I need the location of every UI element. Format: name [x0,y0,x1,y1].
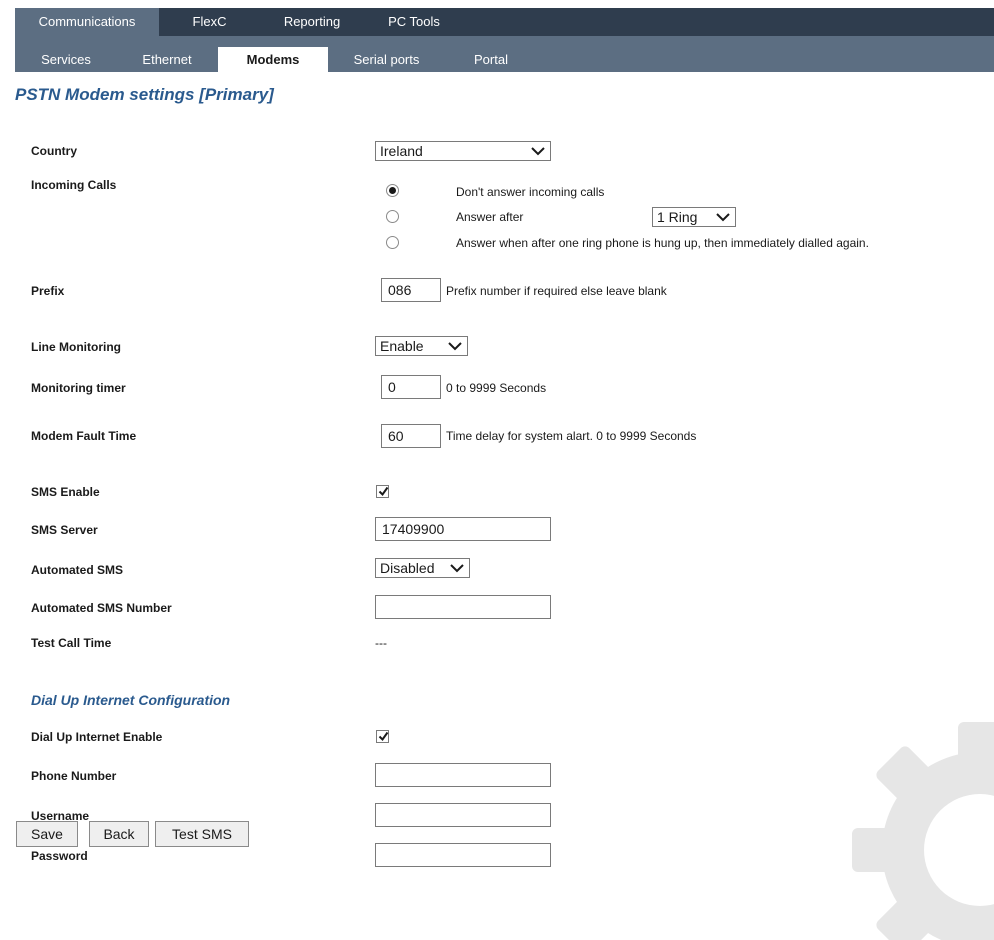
country-select[interactable]: Ireland [375,141,551,161]
automated-sms-select[interactable]: Disabled [375,558,470,578]
checkmark-icon [378,486,389,497]
dialup-enable-label: Dial Up Internet Enable [31,730,163,744]
sub-nav: Services Ethernet Modems Serial ports Po… [15,36,994,72]
tab-communications[interactable]: Communications [15,8,159,36]
modem-fault-time-input[interactable] [381,424,441,448]
automated-sms-value: Disabled [380,560,435,576]
subtab-serial-ports[interactable]: Serial ports [334,47,439,72]
test-call-time-value: --- [375,636,387,650]
phone-number-label: Phone Number [31,769,117,783]
monitoring-timer-input[interactable] [381,375,441,399]
radio-dont-answer[interactable] [386,184,399,197]
tab-flexc[interactable]: FlexC [159,8,260,36]
automated-sms-number-input[interactable] [375,595,551,619]
sms-server-input[interactable] [375,517,551,541]
country-value: Ireland [380,143,423,159]
chevron-down-icon [531,147,545,156]
sms-enable-checkbox[interactable] [376,485,389,498]
checkmark-icon [378,731,389,742]
username-input[interactable] [375,803,551,827]
subtab-portal[interactable]: Portal [445,47,537,72]
prefix-label: Prefix [31,284,65,298]
sms-enable-label: SMS Enable [31,485,100,499]
radio-answer-after[interactable] [386,210,399,223]
radio-answer-after-label: Answer after [456,210,524,224]
incoming-calls-label: Incoming Calls [31,178,117,192]
monitoring-timer-help: 0 to 9999 Seconds [446,381,547,395]
rings-value: 1 Ring [657,209,698,225]
prefix-help: Prefix number if required else leave bla… [446,284,667,298]
modem-fault-time-help: Time delay for system alart. 0 to 9999 S… [446,429,697,443]
page-title: PSTN Modem settings [Primary] [15,85,274,104]
line-monitoring-select[interactable]: Enable [375,336,468,356]
dialup-enable-checkbox[interactable] [376,730,389,743]
gear-icon [852,722,994,940]
prefix-input[interactable] [381,278,441,302]
subtab-ethernet[interactable]: Ethernet [117,47,217,72]
test-call-time-label: Test Call Time [31,636,112,650]
dialup-section-title: Dial Up Internet Configuration [31,692,231,708]
country-label: Country [31,144,77,158]
tab-pc-tools[interactable]: PC Tools [364,8,464,36]
modem-fault-time-label: Modem Fault Time [31,429,137,443]
subtab-services[interactable]: Services [15,47,117,72]
chevron-down-icon [716,213,730,222]
radio-answer-after-hangup-label: Answer when after one ring phone is hung… [456,236,869,250]
chevron-down-icon [448,342,462,351]
monitoring-timer-label: Monitoring timer [31,381,126,395]
automated-sms-number-label: Automated SMS Number [31,601,172,615]
subtab-modems[interactable]: Modems [218,47,328,72]
top-nav: Communications FlexC Reporting PC Tools [15,8,994,36]
rings-select[interactable]: 1 Ring [652,207,736,227]
password-label: Password [31,849,88,863]
phone-number-input[interactable] [375,763,551,787]
line-monitoring-value: Enable [380,338,424,354]
chevron-down-icon [450,564,464,573]
back-button[interactable]: Back [89,821,149,847]
password-input[interactable] [375,843,551,867]
automated-sms-label: Automated SMS [31,563,124,577]
radio-answer-after-hangup[interactable] [386,236,399,249]
line-monitoring-label: Line Monitoring [31,340,121,354]
save-button[interactable]: Save [16,821,78,847]
test-sms-button[interactable]: Test SMS [155,821,249,847]
tab-reporting[interactable]: Reporting [260,8,364,36]
sms-server-label: SMS Server [31,523,98,537]
radio-dont-answer-label: Don't answer incoming calls [456,185,605,199]
